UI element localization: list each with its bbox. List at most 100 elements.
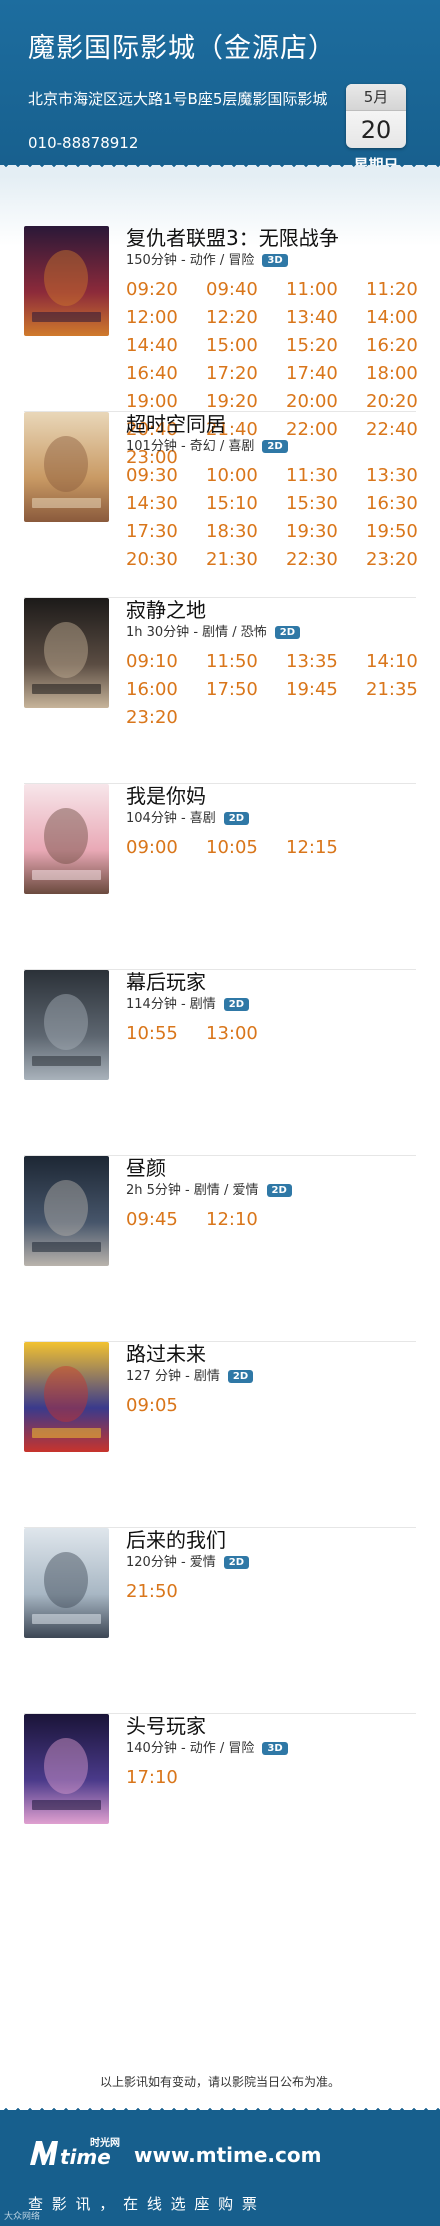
showtime-grid: 09:10 11:50 13:35 14:10 16:00 17:50 19:45 21:35… [126, 650, 418, 730]
showtime-link[interactable]: 19:50 [366, 520, 440, 544]
film-title[interactable]: 超时空同居 [126, 412, 416, 436]
film-duration-genre: 104分钟 - 喜剧 [126, 811, 216, 826]
showtime-link[interactable]: 09:10 [126, 650, 206, 674]
showtime-link[interactable]: 21:50 [126, 1580, 206, 1604]
film-poster[interactable] [24, 1528, 109, 1638]
footer-zigzag-edge [0, 2099, 440, 2110]
showtime-link[interactable]: 16:30 [366, 492, 440, 516]
film-entry: 幕后玩家 114分钟 - 剧情 2D 10:55 13:00 [24, 970, 416, 1156]
film-poster[interactable] [24, 784, 109, 894]
film-title[interactable]: 我是你妈 [126, 784, 416, 808]
film-entry: 后来的我们 120分钟 - 爱情 2D 21:50 [24, 1528, 416, 1714]
showtime-link[interactable]: 17:40 [286, 362, 366, 386]
cinema-phone[interactable]: 010-88878912 [28, 134, 138, 152]
mtime-url-link[interactable]: www.mtime.com [134, 2143, 321, 2167]
showtime-link[interactable]: 19:30 [286, 520, 366, 544]
showtime-link[interactable]: 23:20 [126, 706, 206, 730]
film-poster[interactable] [24, 1714, 109, 1824]
film-duration-genre: 1h 30分钟 - 剧情 / 恐怖 [126, 625, 267, 640]
film-duration-genre: 140分钟 - 动作 / 冒险 [126, 1741, 255, 1756]
mtime-logo-text: 时光网 [90, 2136, 120, 2149]
poster-image-icon [24, 784, 109, 894]
showtime-link[interactable]: 09:20 [126, 278, 206, 302]
showtime-link[interactable]: 23:20 [366, 548, 440, 572]
showtime-link[interactable]: 13:00 [206, 1022, 286, 1046]
film-info: 昼颜 2h 5分钟 - 剧情 / 爱情 2D 09:45 12:10 [126, 1156, 416, 1232]
film-duration-genre: 150分钟 - 动作 / 冒险 [126, 253, 255, 268]
showtime-link[interactable]: 14:40 [126, 334, 206, 358]
film-title[interactable]: 寂静之地 [126, 598, 416, 622]
showtime-link[interactable]: 14:10 [366, 650, 440, 674]
showtime-link[interactable]: 21:35 [366, 678, 440, 702]
format-badge: 2D [223, 1556, 250, 1569]
showtime-link[interactable]: 17:10 [126, 1766, 206, 1790]
showtime-link[interactable]: 12:00 [126, 306, 206, 330]
showtime-link[interactable]: 10:00 [206, 464, 286, 488]
film-poster[interactable] [24, 970, 109, 1080]
film-title[interactable]: 后来的我们 [126, 1528, 416, 1552]
showtime-link[interactable]: 12:10 [206, 1208, 286, 1232]
showtime-link[interactable]: 09:00 [126, 836, 206, 860]
film-poster[interactable] [24, 1156, 109, 1266]
film-title[interactable]: 昼颜 [126, 1156, 416, 1180]
showtime-link[interactable]: 14:00 [366, 306, 440, 330]
film-poster[interactable] [24, 226, 109, 336]
showtime-link[interactable]: 15:20 [286, 334, 366, 358]
showtime-link[interactable]: 11:50 [206, 650, 286, 674]
showtime-link[interactable]: 09:45 [126, 1208, 206, 1232]
film-entry: 头号玩家 140分钟 - 动作 / 冒险 3D 17:10 [24, 1714, 416, 1899]
showtime-link[interactable]: 10:05 [206, 836, 286, 860]
showtime-link[interactable]: 17:50 [206, 678, 286, 702]
showtime-link[interactable]: 20:30 [126, 548, 206, 572]
mtime-footer: time 时光网 www.mtime.com 查 影 讯 ， 在 线 选 座 购… [0, 2099, 440, 2226]
film-poster[interactable] [24, 412, 109, 522]
film-info: 我是你妈 104分钟 - 喜剧 2D 09:00 10:05 12:15 [126, 784, 416, 860]
showtime-link[interactable]: 16:20 [366, 334, 440, 358]
showtime-link[interactable]: 18:30 [206, 520, 286, 544]
film-title[interactable]: 路过未来 [126, 1342, 416, 1366]
showtime-link[interactable]: 19:00 [126, 390, 206, 414]
showtime-link[interactable]: 14:30 [126, 492, 206, 516]
film-poster[interactable] [24, 1342, 109, 1452]
film-title[interactable]: 复仇者联盟3：无限战争 [126, 226, 416, 250]
showtime-link[interactable]: 19:20 [206, 390, 286, 414]
showtime-grid: 09:30 10:00 11:30 13:30 14:30 15:10 15:30 16:30… [126, 464, 418, 572]
showtime-link[interactable]: 21:30 [206, 548, 286, 572]
showtime-link[interactable]: 12:20 [206, 306, 286, 330]
showtime-link[interactable]: 09:05 [126, 1394, 206, 1418]
showtime-link[interactable]: 16:00 [126, 678, 206, 702]
film-meta: 150分钟 - 动作 / 冒险 3D [126, 252, 416, 270]
showtime-link[interactable]: 17:20 [206, 362, 286, 386]
showtime-link[interactable]: 15:00 [206, 334, 286, 358]
showtime-link[interactable]: 17:30 [126, 520, 206, 544]
film-duration-genre: 120分钟 - 爱情 [126, 1555, 216, 1570]
showtime-link[interactable]: 13:40 [286, 306, 366, 330]
showtime-link[interactable]: 13:35 [286, 650, 366, 674]
poster-image-icon [24, 1714, 109, 1824]
film-title[interactable]: 幕后玩家 [126, 970, 416, 994]
showtime-link[interactable]: 16:40 [126, 362, 206, 386]
showtime-link[interactable]: 10:55 [126, 1022, 206, 1046]
film-title[interactable]: 头号玩家 [126, 1714, 416, 1738]
film-duration-genre: 114分钟 - 剧情 [126, 997, 216, 1012]
showtime-link[interactable]: 15:10 [206, 492, 286, 516]
mtime-logo[interactable]: time 时光网 [28, 2135, 128, 2169]
showtime-link[interactable]: 13:30 [366, 464, 440, 488]
showtime-link[interactable]: 20:00 [286, 390, 366, 414]
poster-image-icon [24, 412, 109, 522]
showtime-link[interactable]: 09:30 [126, 464, 206, 488]
showtime-grid: 09:00 10:05 12:15 [126, 836, 416, 860]
showtime-link[interactable]: 11:00 [286, 278, 366, 302]
film-poster[interactable] [24, 598, 109, 708]
showtime-link[interactable]: 11:30 [286, 464, 366, 488]
showtime-link[interactable]: 19:45 [286, 678, 366, 702]
showtime-link[interactable]: 12:15 [286, 836, 366, 860]
showtime-link[interactable]: 09:40 [206, 278, 286, 302]
showtime-link[interactable]: 22:30 [286, 548, 366, 572]
poster-image-icon [24, 598, 109, 708]
showtime-link[interactable]: 18:00 [366, 362, 440, 386]
showtime-link[interactable]: 20:20 [366, 390, 440, 414]
format-badge: 2D [262, 440, 288, 453]
showtime-link[interactable]: 11:20 [366, 278, 440, 302]
showtime-link[interactable]: 15:30 [286, 492, 366, 516]
